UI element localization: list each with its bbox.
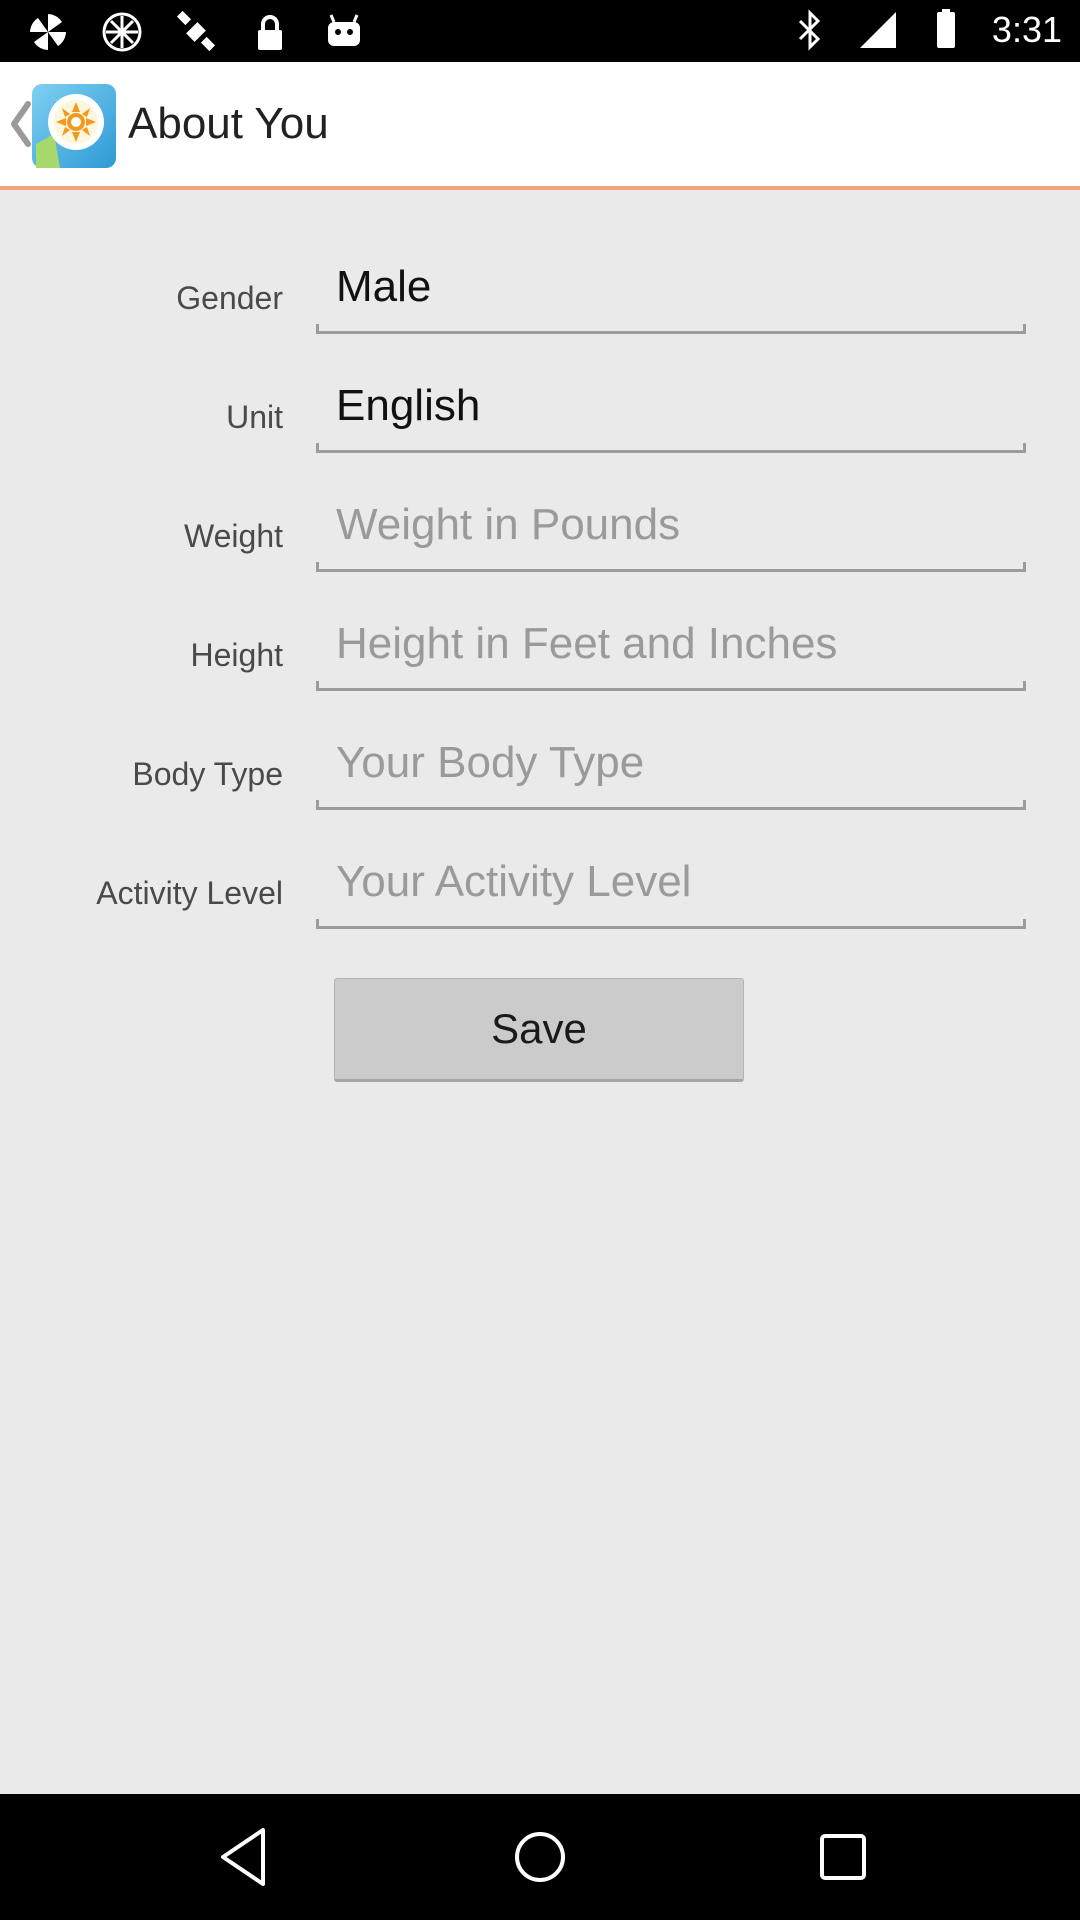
back-icon[interactable] bbox=[211, 1822, 281, 1892]
screen: 3:31 About You Gender Male Unit English … bbox=[0, 0, 1080, 1920]
field-tick bbox=[316, 562, 319, 572]
weight-input[interactable]: Weight in Pounds bbox=[316, 478, 1026, 572]
field-tick bbox=[316, 800, 319, 810]
body-type-placeholder: Your Body Type bbox=[336, 738, 645, 787]
field-tick bbox=[1023, 562, 1026, 572]
weight-label: Weight bbox=[183, 518, 283, 554]
activity-level-placeholder: Your Activity Level bbox=[336, 857, 692, 906]
field-underline bbox=[316, 450, 1026, 453]
field-tick bbox=[316, 324, 319, 334]
fake-gps-icon bbox=[174, 10, 218, 54]
field-tick bbox=[1023, 800, 1026, 810]
activity-level-input[interactable]: Your Activity Level bbox=[316, 835, 1026, 929]
weight-placeholder: Weight in Pounds bbox=[336, 500, 681, 549]
field-tick bbox=[316, 443, 319, 453]
body-type-row: Body Type Your Body Type bbox=[0, 716, 1080, 816]
battery-icon bbox=[924, 8, 968, 52]
gender-value: Male bbox=[336, 262, 432, 311]
unit-row: Unit English bbox=[0, 359, 1080, 459]
navigation-bar bbox=[0, 1794, 1080, 1920]
app-logo-icon[interactable] bbox=[32, 84, 116, 168]
pinwheel-icon bbox=[100, 10, 144, 54]
home-icon[interactable] bbox=[505, 1822, 575, 1892]
height-input[interactable]: Height in Feet and Inches bbox=[316, 597, 1026, 691]
activity-level-row: Activity Level Your Activity Level bbox=[0, 835, 1080, 935]
lock-icon bbox=[248, 10, 292, 54]
status-time: 3:31 bbox=[991, 9, 1062, 50]
status-system: 3:31 bbox=[788, 8, 1062, 52]
field-tick bbox=[1023, 443, 1026, 453]
body-type-input[interactable]: Your Body Type bbox=[316, 716, 1026, 810]
action-bar: About You bbox=[0, 62, 1080, 186]
gender-label: Gender bbox=[176, 280, 283, 316]
unit-field[interactable]: English bbox=[316, 359, 1026, 453]
field-underline bbox=[316, 688, 1026, 691]
chevron-left-icon[interactable] bbox=[8, 98, 34, 150]
action-bar-divider bbox=[0, 186, 1080, 190]
height-row: Height Height in Feet and Inches bbox=[0, 597, 1080, 697]
activity-level-label: Activity Level bbox=[96, 875, 283, 911]
field-underline bbox=[316, 926, 1026, 929]
signal-icon bbox=[856, 8, 900, 52]
save-button[interactable]: Save bbox=[334, 978, 744, 1082]
field-tick bbox=[316, 681, 319, 691]
weight-row: Weight Weight in Pounds bbox=[0, 478, 1080, 578]
recents-icon[interactable] bbox=[808, 1822, 878, 1892]
field-underline bbox=[316, 807, 1026, 810]
height-placeholder: Height in Feet and Inches bbox=[336, 619, 838, 668]
field-tick bbox=[1023, 681, 1026, 691]
gender-row: Gender Male bbox=[0, 240, 1080, 340]
page-title: About You bbox=[128, 99, 329, 148]
field-underline bbox=[316, 569, 1026, 572]
pinwheel-icon bbox=[26, 10, 70, 54]
status-notifications bbox=[26, 10, 366, 54]
height-label: Height bbox=[190, 637, 284, 673]
unit-value: English bbox=[336, 381, 481, 430]
field-tick bbox=[1023, 324, 1026, 334]
status-bar: 3:31 bbox=[0, 0, 1080, 62]
android-icon bbox=[322, 10, 366, 54]
field-underline bbox=[316, 331, 1026, 334]
body-type-label: Body Type bbox=[132, 756, 283, 792]
field-tick bbox=[316, 919, 319, 929]
field-tick bbox=[1023, 919, 1026, 929]
gender-field[interactable]: Male bbox=[316, 240, 1026, 334]
unit-label: Unit bbox=[226, 399, 283, 435]
bluetooth-icon bbox=[788, 8, 832, 52]
